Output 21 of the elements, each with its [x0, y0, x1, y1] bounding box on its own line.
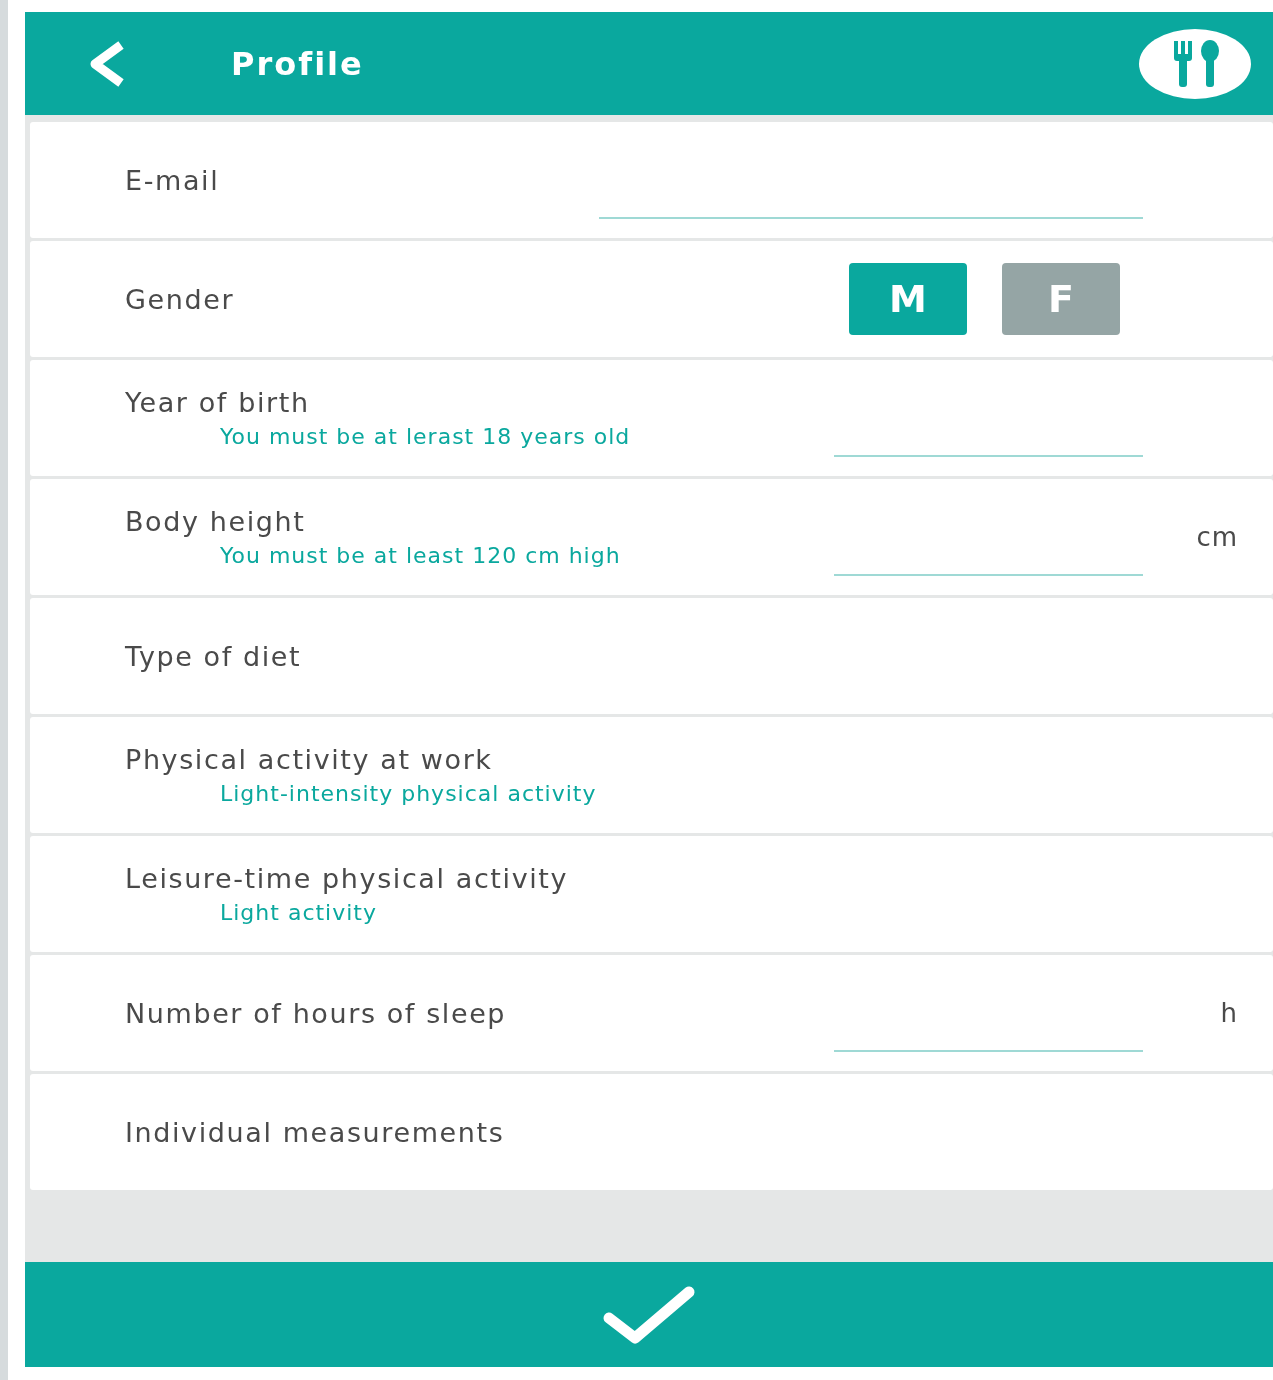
- field-label: Type of diet: [125, 640, 302, 672]
- field-label: Individual measurements: [125, 1116, 505, 1148]
- field-label: Year of birth: [125, 387, 311, 418]
- field-label: Body height: [125, 506, 307, 537]
- hint-text: You must be at least 120 cm high: [220, 543, 621, 568]
- list-row[interactable]: Leisure-time physical activity Light activity: [30, 836, 1273, 952]
- field-label: Leisure-time physical activity: [125, 863, 569, 894]
- unit-label: h: [1219, 998, 1238, 1028]
- selected-value: Light-intensity physical activity: [220, 781, 597, 806]
- fork-spoon-icon[interactable]: [1139, 28, 1251, 99]
- list-row[interactable]: Type of diet: [30, 598, 1273, 714]
- field-label: Number of hours of sleep: [125, 997, 507, 1029]
- unit-label: cm: [1195, 522, 1238, 552]
- screen-title: Profile: [231, 44, 365, 83]
- field-label: Physical activity at work: [125, 744, 494, 775]
- list-row[interactable]: Individual measurements: [30, 1074, 1273, 1190]
- hint-text: You must be at lerast 18 years old: [220, 424, 631, 449]
- field-label: E-mail: [125, 164, 220, 196]
- field-label: Gender: [125, 283, 235, 315]
- list-row[interactable]: Physical activity at work Light-intensity physical activity: [30, 717, 1273, 833]
- selected-value: Light activity: [220, 900, 378, 925]
